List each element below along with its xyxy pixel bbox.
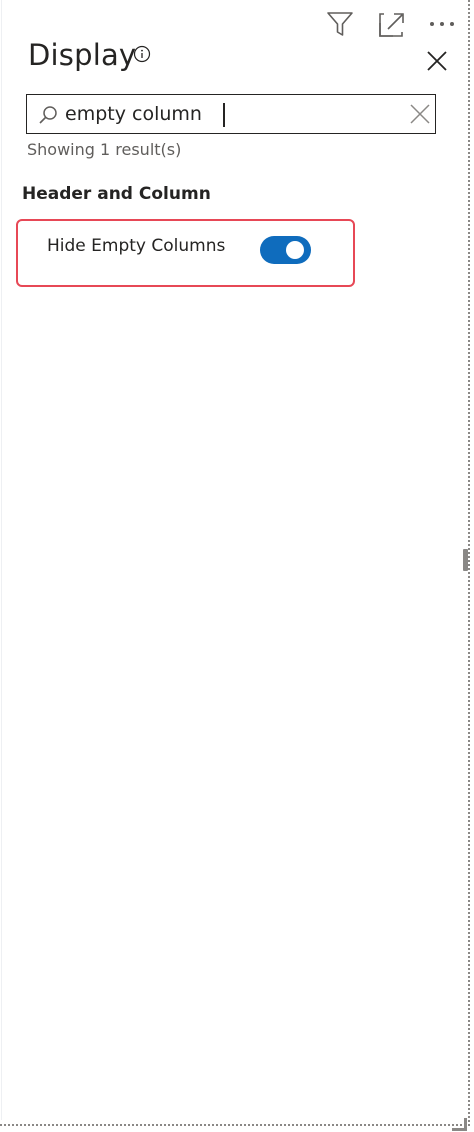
pane-bottom-border bbox=[0, 1124, 470, 1126]
section-header-and-column: Header and Column bbox=[22, 184, 211, 204]
info-icon[interactable] bbox=[133, 45, 151, 63]
pane-title: Display bbox=[28, 38, 137, 72]
close-pane-button[interactable] bbox=[420, 44, 454, 78]
text-caret bbox=[223, 103, 225, 127]
more-options-icon[interactable] bbox=[424, 6, 460, 42]
visual-pane-frame bbox=[0, 0, 474, 1132]
search-box[interactable] bbox=[26, 94, 436, 134]
corner-resize-grip[interactable] bbox=[452, 1118, 467, 1131]
resize-handle[interactable] bbox=[463, 549, 468, 571]
hide-empty-columns-toggle[interactable] bbox=[260, 236, 311, 264]
hide-empty-columns-label: Hide Empty Columns bbox=[47, 236, 226, 256]
search-icon bbox=[37, 104, 59, 126]
search-results-count: Showing 1 result(s) bbox=[27, 140, 182, 159]
search-input[interactable] bbox=[65, 99, 395, 129]
clear-icon bbox=[410, 104, 430, 124]
toggle-knob bbox=[286, 241, 304, 259]
pane-left-edge bbox=[1, 0, 2, 1120]
filter-icon[interactable] bbox=[322, 6, 358, 42]
pane-right-border bbox=[468, 0, 470, 1126]
close-icon bbox=[427, 51, 447, 71]
expand-icon[interactable] bbox=[374, 6, 410, 42]
clear-search-button[interactable] bbox=[407, 101, 433, 127]
